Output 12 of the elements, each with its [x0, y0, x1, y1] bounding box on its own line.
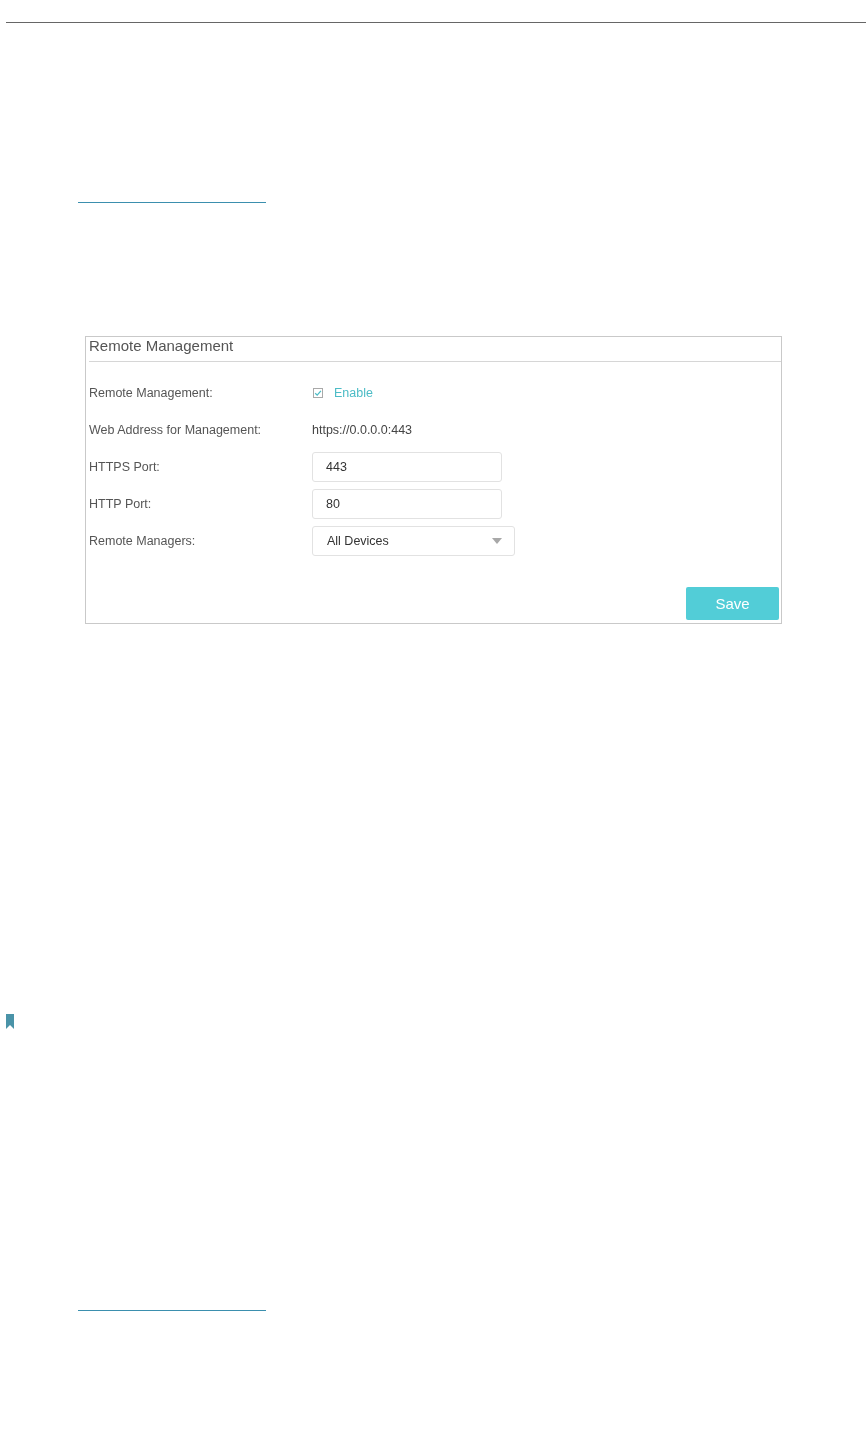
caret-icon [492, 538, 502, 544]
managers-dropdown[interactable]: All Devices [312, 526, 515, 556]
web-address-text: https://0.0.0.0:443 [312, 423, 413, 437]
bookmark-icon [6, 1014, 14, 1029]
panel-title: Remote Management [89, 337, 234, 355]
port-input[interactable]: 80 [312, 489, 502, 519]
field-label: Web Address for Management: [89, 423, 263, 437]
port-input[interactable]: 443 [312, 452, 502, 482]
field-label: HTTPS Port: [89, 460, 161, 474]
field-label: Remote Managers: [89, 534, 197, 548]
field-label: Remote Management: [89, 386, 214, 400]
field-label: HTTP Port: [89, 497, 153, 511]
